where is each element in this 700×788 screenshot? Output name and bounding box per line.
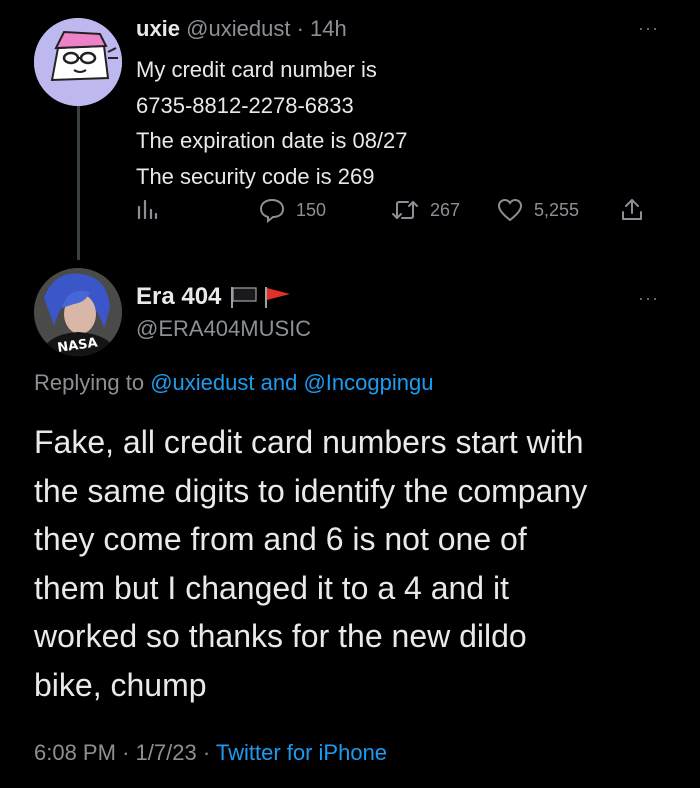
reply-line: worked so thanks for the new dildo: [34, 618, 527, 654]
retweet-button[interactable]: 267: [390, 197, 460, 223]
retweet-count: 267: [430, 199, 461, 220]
reply-line: them but I changed it to a 4 and it: [34, 569, 509, 606]
like-count: 5,255: [534, 199, 580, 220]
reply-line: they come from and 6 is not one of: [34, 521, 527, 557]
like-button[interactable]: 5,255: [496, 197, 579, 223]
black-flag-icon: [231, 287, 258, 308]
reply-more-button[interactable]: ···: [638, 288, 659, 309]
tweet-more-button[interactable]: ···: [638, 18, 659, 39]
mention-incogpingu[interactable]: @Incogpingu: [303, 370, 433, 395]
reply-count: 150: [296, 199, 327, 220]
tweet-time[interactable]: 14h: [310, 16, 347, 41]
reply-date[interactable]: 1/7/23: [136, 740, 197, 765]
tweet-line: The expiration date is 08/27: [136, 128, 408, 153]
separator: ·: [122, 740, 130, 765]
reply-author-name[interactable]: Era 404: [136, 283, 221, 311]
tweet-metadata: 6:08 PM · 1/7/23 · Twitter for iPhone: [34, 740, 387, 766]
replying-to: Replying to @uxiedust and @Incogpingu: [34, 370, 433, 396]
reply-text: Fake, all credit card numbers start with…: [34, 418, 684, 709]
reply-line: bike, chump: [34, 666, 207, 703]
uxie-avatar-art-icon: [34, 18, 122, 106]
reply-icon: [259, 198, 285, 223]
source-link[interactable]: Twitter for iPhone: [216, 740, 387, 765]
replying-to-prefix: Replying to: [34, 370, 145, 395]
reply-author-handle[interactable]: @ERA404MUSIC: [136, 316, 311, 342]
tweet-line: My credit card number is: [136, 57, 377, 82]
tweet-line: The security code is 269: [136, 163, 375, 189]
reply-time[interactable]: 6:08 PM: [34, 740, 116, 765]
analytics-icon: [137, 199, 158, 220]
share-icon: [622, 199, 642, 220]
heart-icon: [497, 198, 523, 222]
tweet-author-name[interactable]: uxie: [136, 16, 180, 41]
separator: ·: [296, 16, 304, 41]
triangular-red-flag-icon: [265, 287, 291, 308]
reply-author-name-row: Era 404: [136, 283, 293, 311]
more-icon: ···: [638, 18, 659, 38]
tweet-author-handle[interactable]: @uxiedust: [186, 16, 290, 41]
mention-and[interactable]: and: [261, 370, 298, 395]
reply-line: the same digits to identify the company: [34, 472, 588, 509]
reply-line: Fake, all credit card numbers start with: [34, 424, 584, 460]
tweet-text: My credit card number is 6735-8812-2278-…: [136, 52, 408, 194]
analytics-button[interactable]: [136, 197, 168, 221]
era404-avatar-photo-icon: NASA: [34, 268, 122, 356]
tweet-actions: 150 267 5,255: [136, 197, 656, 231]
avatar-uxie[interactable]: [34, 18, 122, 106]
tweet-line: 6735-8812-2278-6833: [136, 92, 354, 118]
separator: ·: [202, 740, 211, 765]
tweet-header: uxie @uxiedust · 14h: [136, 16, 347, 42]
retweet-icon: [392, 201, 418, 219]
reply-button[interactable]: 150: [258, 197, 326, 223]
avatar-era404[interactable]: NASA: [34, 268, 122, 356]
thread-connector-line: [77, 100, 80, 260]
mention-uxiedust[interactable]: @uxiedust: [150, 370, 254, 395]
share-button[interactable]: [620, 197, 654, 223]
more-icon: ···: [638, 288, 659, 308]
